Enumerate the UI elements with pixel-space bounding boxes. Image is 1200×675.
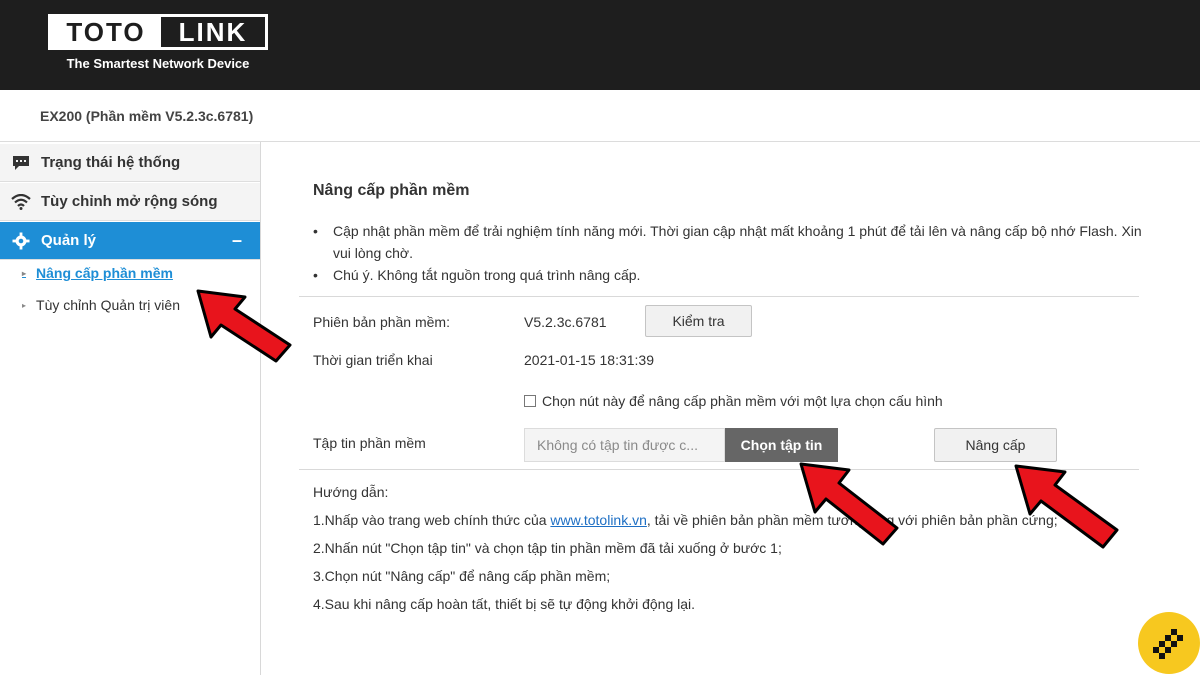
info-bullets: • Cập nhật phần mềm để trải nghiệm tính n…: [313, 220, 1143, 286]
wifi-icon: [11, 192, 31, 212]
file-name-field[interactable]: Không có tập tin được c...: [524, 428, 725, 462]
chat-icon: [11, 153, 31, 173]
subitem-label: Nâng cấp phần mềm: [36, 265, 173, 281]
config-checkbox-row[interactable]: Chọn nút này để nâng cấp phần mềm với mộ…: [524, 393, 943, 409]
main-content: Nâng cấp phần mềm • Cập nhật phần mềm để …: [262, 142, 1200, 675]
gear-icon: [11, 231, 31, 251]
model-info: EX200 (Phần mềm V5.2.3c.6781): [40, 108, 254, 124]
deploy-value: 2021-01-15 18:31:39: [524, 352, 654, 368]
sidebar-subitem-firmware-upgrade[interactable]: ▸ Nâng cấp phần mềm: [22, 265, 173, 281]
totolink-link[interactable]: www.totolink.vn: [550, 512, 646, 528]
config-checkbox[interactable]: [524, 395, 536, 407]
subitem-label: Tùy chỉnh Quản trị viên: [36, 297, 180, 313]
tagline: The Smartest Network Device: [66, 56, 250, 71]
sidebar-item-label: Trạng thái hệ thống: [41, 154, 181, 171]
sidebar-item-label: Quản lý: [41, 232, 97, 249]
file-label: Tập tin phần mềm: [313, 435, 426, 451]
logo-text-right: LINK: [178, 16, 248, 47]
logo-text-left: TOTO: [51, 17, 161, 47]
sidebar-subitem-admin-settings[interactable]: ▸ Tùy chỉnh Quản trị viên: [22, 297, 180, 313]
arrow-annotation-icon: [1014, 464, 1119, 549]
divider: [299, 296, 1139, 297]
totolink-logo: TOTO LINK: [48, 14, 268, 50]
sidebar-item-label: Tùy chỉnh mở rộng sóng: [41, 193, 218, 210]
checkbox-label: Chọn nút này để nâng cấp phần mềm với mộ…: [542, 393, 943, 409]
watermark-badge-icon: [1138, 612, 1200, 674]
deploy-label: Thời gian triển khai: [313, 352, 433, 368]
triangle-right-icon: ▸: [22, 300, 27, 310]
upgrade-button[interactable]: Nâng cấp: [934, 428, 1057, 462]
guide-step-4: 4.Sau khi nâng cấp hoàn tất, thiết bị sẽ…: [313, 596, 696, 612]
check-button[interactable]: Kiểm tra: [645, 305, 752, 337]
page-title: Nâng cấp phần mềm: [313, 182, 470, 199]
version-label: Phiên bản phần mềm:: [313, 314, 450, 330]
bullet-item: • Cập nhật phần mềm để trải nghiệm tính n…: [313, 223, 1142, 261]
sidebar-item-extender-settings[interactable]: Tùy chỉnh mở rộng sóng: [0, 183, 260, 221]
choose-file-button[interactable]: Chọn tập tin: [725, 428, 838, 462]
guide-step-3: 3.Chọn nút "Nâng cấp" để nâng cấp phần m…: [313, 568, 611, 584]
bullet-item: • Chú ý. Không tắt nguồn trong quá trình …: [313, 267, 641, 283]
arrow-annotation-icon: [196, 289, 292, 363]
collapse-toggle[interactable]: –: [232, 230, 242, 251]
version-value: V5.2.3c.6781: [524, 314, 607, 330]
sidebar: Trạng thái hệ thống Tùy chỉnh mở rộng só…: [0, 142, 261, 675]
arrow-annotation-icon: [799, 462, 899, 546]
sidebar-item-management[interactable]: Quản lý –: [0, 222, 260, 260]
top-header: TOTO LINK The Smartest Network Device: [0, 0, 1200, 90]
sidebar-item-system-status[interactable]: Trạng thái hệ thống: [0, 144, 260, 182]
model-bar: EX200 (Phần mềm V5.2.3c.6781): [0, 90, 1200, 142]
triangle-right-icon: ▸: [22, 268, 27, 278]
